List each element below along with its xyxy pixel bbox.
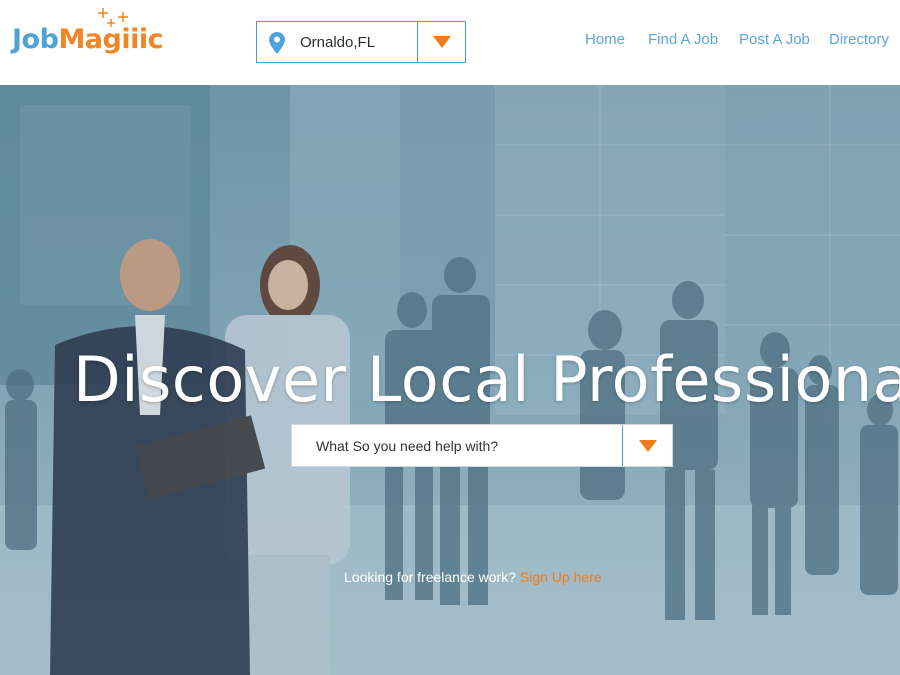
nav-directory[interactable]: Directory: [829, 31, 889, 48]
hero-section: Discover Local Professionals What So you…: [0, 85, 900, 675]
chevron-down-icon[interactable]: [639, 440, 657, 452]
nav-post-a-job[interactable]: Post A Job: [739, 31, 810, 48]
location-divider: [417, 22, 418, 62]
search-divider: [622, 425, 623, 466]
hero-title: Discover Local Professionals: [73, 343, 900, 416]
map-pin-icon: [269, 32, 285, 54]
chevron-down-icon[interactable]: [433, 36, 451, 48]
freelance-text: Looking for freelance work?: [344, 569, 516, 585]
nav-home[interactable]: Home: [585, 31, 625, 48]
freelance-prompt: Looking for freelance work? Sign Up here: [344, 569, 602, 585]
logo[interactable]: JobMagiiic: [12, 24, 164, 55]
location-value: Ornaldo,FL: [300, 34, 376, 51]
search-input[interactable]: What So you need help with?: [316, 438, 498, 454]
nav-find-a-job[interactable]: Find A Job: [648, 31, 718, 48]
service-search[interactable]: What So you need help with?: [291, 424, 673, 467]
signup-link[interactable]: Sign Up here: [520, 569, 602, 585]
sparkle-icon: [98, 8, 128, 27]
site-header: JobMagiiic Ornaldo,FL Home Find A Job Po…: [0, 0, 900, 85]
location-selector[interactable]: Ornaldo,FL: [256, 21, 466, 63]
